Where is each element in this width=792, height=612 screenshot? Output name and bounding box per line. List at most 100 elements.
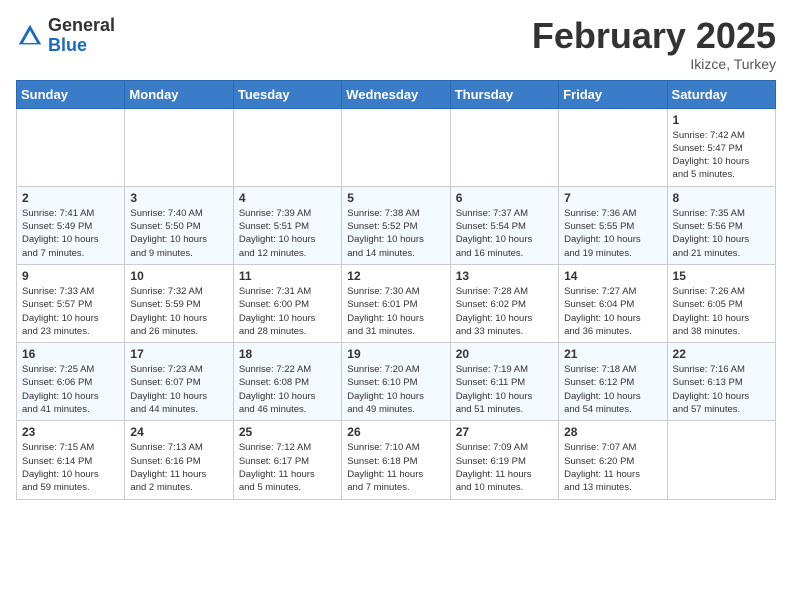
day-cell: 12 Sunrise: 7:30 AM Sunset: 6:01 PM Dayli… [342,264,450,342]
week-row-3: 9Sunrise: 7:33 AM Sunset: 5:57 PM Daylig… [17,264,776,342]
day-cell: 5 Sunrise: 7:38 AM Sunset: 5:52 PM Daylig… [342,186,450,264]
day-number: 12 [347,269,444,283]
weekday-header-sunday: Sunday [17,80,125,108]
logo: General Blue [16,16,115,56]
day-cell: 19 Sunrise: 7:20 AM Sunset: 6:10 PM Dayli… [342,343,450,421]
day-info: Sunrise: 7:10 AM Sunset: 6:18 PM Dayligh… [347,441,444,494]
day-cell [125,108,233,186]
day-number: 4 [239,191,336,205]
logo-text: General Blue [48,16,115,56]
day-cell: 4 Sunrise: 7:39 AM Sunset: 5:51 PM Daylig… [233,186,341,264]
day-info: Sunrise: 7:35 AM Sunset: 5:56 PM Dayligh… [673,207,770,260]
day-number: 22 [673,347,770,361]
day-cell: 1 Sunrise: 7:42 AM Sunset: 5:47 PM Daylig… [667,108,775,186]
day-info: Sunrise: 7:12 AM Sunset: 6:17 PM Dayligh… [239,441,336,494]
day-number: 16 [22,347,119,361]
day-number: 18 [239,347,336,361]
day-number: 21 [564,347,661,361]
day-cell: 24Sunrise: 7:13 AM Sunset: 6:16 PM Dayli… [125,421,233,499]
day-info: Sunrise: 7:20 AM Sunset: 6:10 PM Dayligh… [347,363,444,416]
day-info: Sunrise: 7:19 AM Sunset: 6:11 PM Dayligh… [456,363,553,416]
week-row-1: 1 Sunrise: 7:42 AM Sunset: 5:47 PM Daylig… [17,108,776,186]
day-info: Sunrise: 7:23 AM Sunset: 6:07 PM Dayligh… [130,363,227,416]
weekday-header-monday: Monday [125,80,233,108]
day-number: 17 [130,347,227,361]
day-number: 11 [239,269,336,283]
day-cell: 10Sunrise: 7:32 AM Sunset: 5:59 PM Dayli… [125,264,233,342]
day-info: Sunrise: 7:37 AM Sunset: 5:54 PM Dayligh… [456,207,553,260]
day-cell: 15Sunrise: 7:26 AM Sunset: 6:05 PM Dayli… [667,264,775,342]
day-number: 2 [22,191,119,205]
day-number: 15 [673,269,770,283]
day-cell: 21Sunrise: 7:18 AM Sunset: 6:12 PM Dayli… [559,343,667,421]
day-info: Sunrise: 7:39 AM Sunset: 5:51 PM Dayligh… [239,207,336,260]
day-number: 28 [564,425,661,439]
day-cell [17,108,125,186]
day-number: 7 [564,191,661,205]
day-number: 20 [456,347,553,361]
day-cell: 13 Sunrise: 7:28 AM Sunset: 6:02 PM Dayli… [450,264,558,342]
day-cell: 25 Sunrise: 7:12 AM Sunset: 6:17 PM Dayli… [233,421,341,499]
day-cell: 7 Sunrise: 7:36 AM Sunset: 5:55 PM Daylig… [559,186,667,264]
day-cell: 23Sunrise: 7:15 AM Sunset: 6:14 PM Dayli… [17,421,125,499]
day-cell: 18 Sunrise: 7:22 AM Sunset: 6:08 PM Dayli… [233,343,341,421]
day-info: Sunrise: 7:38 AM Sunset: 5:52 PM Dayligh… [347,207,444,260]
calendar-table: SundayMondayTuesdayWednesdayThursdayFrid… [16,80,776,500]
weekday-header-friday: Friday [559,80,667,108]
logo-general-text: General [48,16,115,36]
day-number: 25 [239,425,336,439]
month-title: February 2025 [532,16,776,56]
weekday-header-wednesday: Wednesday [342,80,450,108]
day-number: 1 [673,113,770,127]
day-cell: 20 Sunrise: 7:19 AM Sunset: 6:11 PM Dayli… [450,343,558,421]
day-info: Sunrise: 7:41 AM Sunset: 5:49 PM Dayligh… [22,207,119,260]
day-info: Sunrise: 7:27 AM Sunset: 6:04 PM Dayligh… [564,285,661,338]
day-number: 23 [22,425,119,439]
day-number: 13 [456,269,553,283]
day-info: Sunrise: 7:07 AM Sunset: 6:20 PM Dayligh… [564,441,661,494]
day-number: 24 [130,425,227,439]
day-cell: 26 Sunrise: 7:10 AM Sunset: 6:18 PM Dayli… [342,421,450,499]
day-cell: 9Sunrise: 7:33 AM Sunset: 5:57 PM Daylig… [17,264,125,342]
weekday-header-row: SundayMondayTuesdayWednesdayThursdayFrid… [17,80,776,108]
day-cell: 14 Sunrise: 7:27 AM Sunset: 6:04 PM Dayli… [559,264,667,342]
day-info: Sunrise: 7:09 AM Sunset: 6:19 PM Dayligh… [456,441,553,494]
day-cell: 27 Sunrise: 7:09 AM Sunset: 6:19 PM Dayli… [450,421,558,499]
day-cell: 11 Sunrise: 7:31 AM Sunset: 6:00 PM Dayli… [233,264,341,342]
day-number: 6 [456,191,553,205]
day-cell [559,108,667,186]
day-number: 14 [564,269,661,283]
week-row-4: 16Sunrise: 7:25 AM Sunset: 6:06 PM Dayli… [17,343,776,421]
day-number: 10 [130,269,227,283]
day-cell: 6 Sunrise: 7:37 AM Sunset: 5:54 PM Daylig… [450,186,558,264]
day-number: 9 [22,269,119,283]
day-cell: 8Sunrise: 7:35 AM Sunset: 5:56 PM Daylig… [667,186,775,264]
day-cell: 22 Sunrise: 7:16 AM Sunset: 6:13 PM Dayli… [667,343,775,421]
week-row-5: 23Sunrise: 7:15 AM Sunset: 6:14 PM Dayli… [17,421,776,499]
day-info: Sunrise: 7:16 AM Sunset: 6:13 PM Dayligh… [673,363,770,416]
day-cell: 28 Sunrise: 7:07 AM Sunset: 6:20 PM Dayli… [559,421,667,499]
logo-blue-text: Blue [48,36,115,56]
day-info: Sunrise: 7:22 AM Sunset: 6:08 PM Dayligh… [239,363,336,416]
day-number: 19 [347,347,444,361]
day-info: Sunrise: 7:42 AM Sunset: 5:47 PM Dayligh… [673,129,770,182]
day-cell [233,108,341,186]
day-number: 5 [347,191,444,205]
weekday-header-thursday: Thursday [450,80,558,108]
day-cell [667,421,775,499]
day-cell [450,108,558,186]
day-cell: 3 Sunrise: 7:40 AM Sunset: 5:50 PM Daylig… [125,186,233,264]
weekday-header-saturday: Saturday [667,80,775,108]
day-cell [342,108,450,186]
weekday-header-tuesday: Tuesday [233,80,341,108]
day-info: Sunrise: 7:30 AM Sunset: 6:01 PM Dayligh… [347,285,444,338]
day-info: Sunrise: 7:40 AM Sunset: 5:50 PM Dayligh… [130,207,227,260]
week-row-2: 2 Sunrise: 7:41 AM Sunset: 5:49 PM Daylig… [17,186,776,264]
day-info: Sunrise: 7:28 AM Sunset: 6:02 PM Dayligh… [456,285,553,338]
day-info: Sunrise: 7:36 AM Sunset: 5:55 PM Dayligh… [564,207,661,260]
day-number: 26 [347,425,444,439]
day-number: 27 [456,425,553,439]
day-number: 3 [130,191,227,205]
logo-icon [16,22,44,50]
day-info: Sunrise: 7:31 AM Sunset: 6:00 PM Dayligh… [239,285,336,338]
